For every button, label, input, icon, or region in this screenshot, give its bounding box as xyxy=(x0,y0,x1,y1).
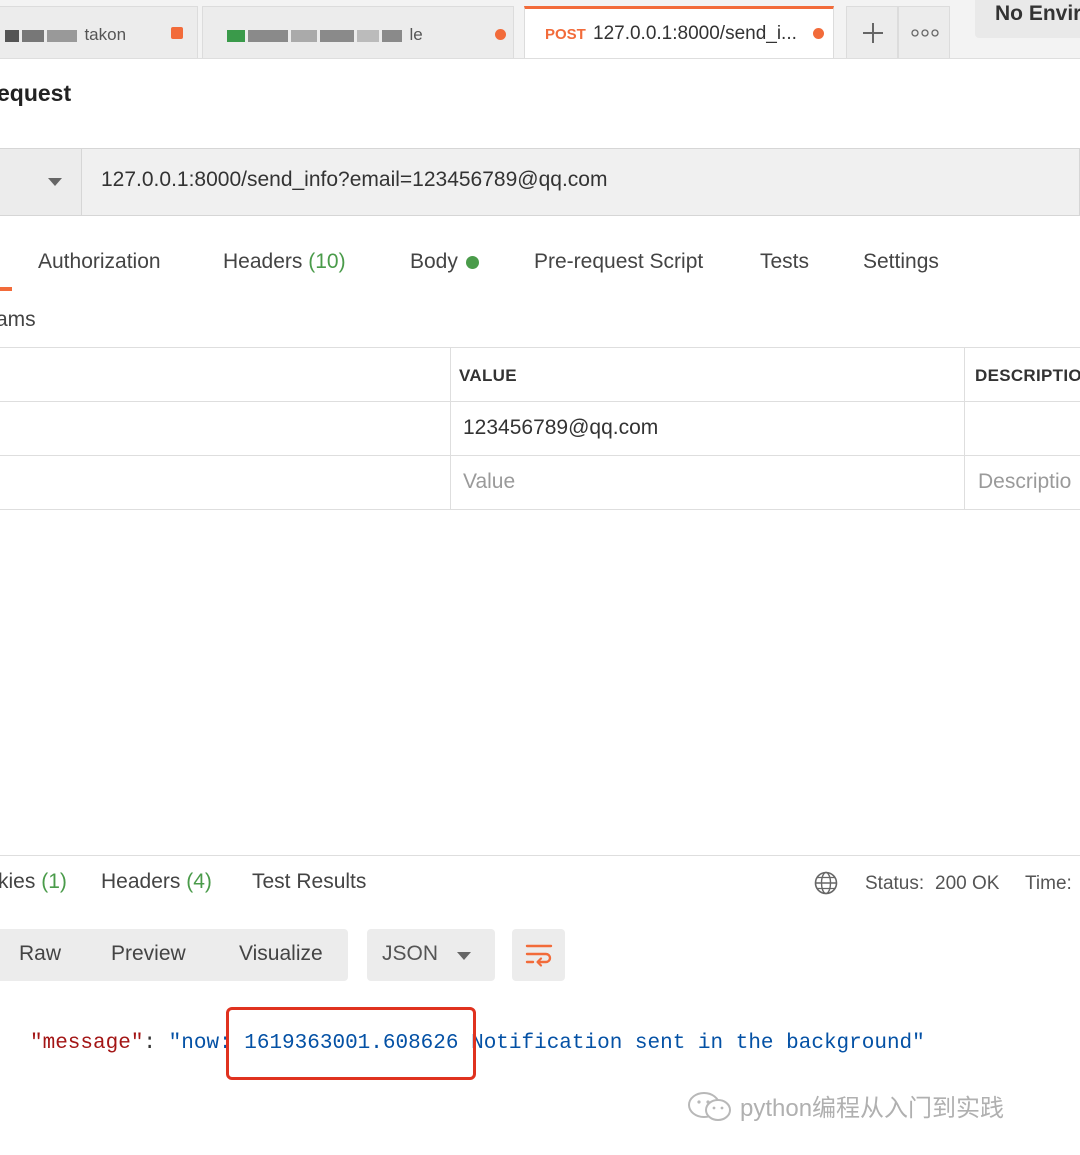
table-border xyxy=(0,455,1080,456)
column-header-description: DESCRIPTIO xyxy=(975,366,1080,385)
column-divider xyxy=(450,347,451,510)
response-divider xyxy=(0,855,1080,856)
query-params-label: ams xyxy=(0,308,36,331)
tab-tests[interactable]: Tests xyxy=(760,250,809,274)
plus-icon xyxy=(863,23,883,43)
tab-cookies[interactable]: kies (1) xyxy=(0,870,67,894)
tab-method-badge: POST xyxy=(545,26,586,43)
tab-headers[interactable]: Headers (10) xyxy=(223,250,346,274)
headers-count: (10) xyxy=(308,250,346,273)
json-colon: : xyxy=(143,1032,169,1055)
wechat-logo-icon xyxy=(688,1092,731,1121)
request-title: equest xyxy=(0,80,72,106)
tab-pre-request-script[interactable]: Pre-request Script xyxy=(534,250,703,274)
table-border xyxy=(0,347,1080,348)
json-key: "message" xyxy=(30,1032,144,1055)
body-indicator-dot xyxy=(465,255,479,269)
globe-icon[interactable] xyxy=(814,871,838,895)
tab-settings[interactable]: Settings xyxy=(863,250,939,274)
unsaved-dot-icon xyxy=(813,28,824,39)
table-border xyxy=(0,401,1080,402)
request-tab-2[interactable]: le xyxy=(202,6,514,58)
status-value: 200 OK xyxy=(935,873,1000,894)
tab-headers-label: Headers xyxy=(223,250,303,273)
url-text: 127.0.0.1:8000/send_info?email=123456789… xyxy=(101,168,608,191)
view-mode-visualize[interactable]: Visualize xyxy=(239,942,323,966)
tab-response-headers-label: Headers xyxy=(101,870,181,893)
tab-url-label: 127.0.0.1:8000/send_i... xyxy=(593,23,797,44)
table-border xyxy=(0,509,1080,510)
more-tabs-button[interactable] xyxy=(898,6,950,58)
wrap-lines-button[interactable] xyxy=(512,929,565,981)
time-label: Time: xyxy=(1025,873,1072,894)
blurred-tab-label: le xyxy=(227,25,423,45)
tab-authorization[interactable]: Authorization xyxy=(38,250,161,274)
view-mode-preview[interactable]: Preview xyxy=(111,942,186,966)
environment-label: No Envir xyxy=(995,2,1080,25)
method-selector[interactable] xyxy=(0,148,82,216)
tab-cookies-label: kies xyxy=(0,870,36,893)
unsaved-dot-icon xyxy=(495,29,506,40)
param-value-cell[interactable]: 123456789@qq.com xyxy=(463,416,658,440)
tab-label-fragment: takon xyxy=(84,25,127,44)
chevron-down-icon xyxy=(457,952,471,960)
highlight-annotation-box xyxy=(226,1007,476,1080)
blurred-tab-label: takon xyxy=(5,25,126,45)
tab-test-results[interactable]: Test Results xyxy=(252,870,366,894)
active-tab-underline xyxy=(0,287,12,291)
response-body[interactable]: "message": "now: 1619363001.608626 Notif… xyxy=(30,1032,925,1055)
unsaved-indicator-icon xyxy=(171,27,183,39)
wrap-lines-icon xyxy=(525,944,553,967)
tab-body-label: Body xyxy=(410,250,458,273)
status-label: Status: xyxy=(865,873,925,894)
tab-body[interactable]: Body xyxy=(410,250,479,274)
new-param-value-input[interactable]: Value xyxy=(463,470,515,494)
new-tab-button[interactable] xyxy=(846,6,898,58)
chevron-down-icon xyxy=(48,178,62,186)
view-mode-raw[interactable]: Raw xyxy=(19,942,61,966)
column-divider xyxy=(964,347,965,510)
format-selected: JSON xyxy=(382,942,439,965)
tab-label-fragment: le xyxy=(409,25,423,44)
watermark-text: python编程从入门到实践 xyxy=(740,1095,1005,1122)
request-tab-1[interactable]: takon xyxy=(0,6,198,58)
tab-response-headers[interactable]: Headers (4) xyxy=(101,870,212,894)
cookies-count: (1) xyxy=(41,870,67,893)
response-headers-count: (4) xyxy=(186,870,212,893)
new-param-description-input[interactable]: Descriptio xyxy=(978,470,1071,494)
more-icon xyxy=(911,29,939,37)
column-header-value: VALUE xyxy=(459,366,517,385)
request-tab-active[interactable]: POST 127.0.0.1:8000/send_i... xyxy=(524,6,834,58)
